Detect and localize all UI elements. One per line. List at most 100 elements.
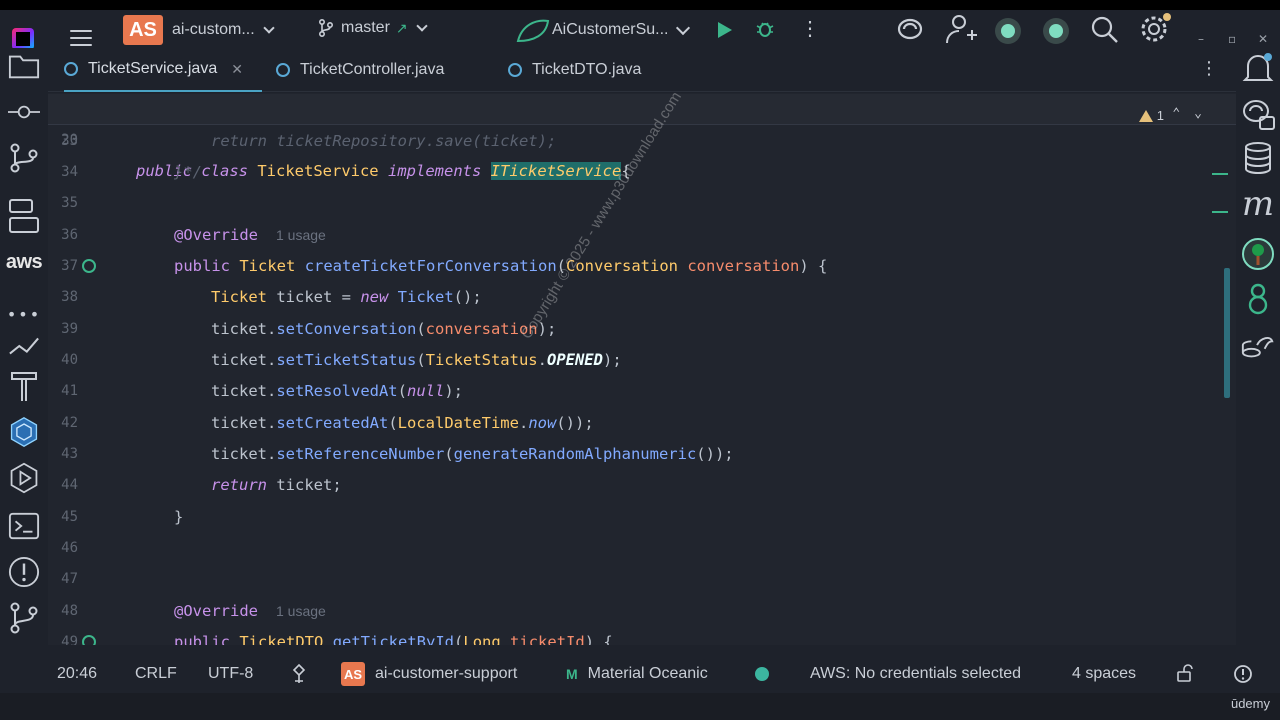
- code-line[interactable]: 49 public TicketDTO getTicketById(Long ti…: [48, 627, 1236, 645]
- code-line[interactable]: 44 return ticket;: [48, 470, 1236, 501]
- code-line[interactable]: 39 ticket.setConversation(conversation);: [48, 314, 1236, 345]
- tab-label: TicketController.java: [300, 61, 445, 78]
- more-actions-icon[interactable]: ⋮: [800, 16, 820, 41]
- spring-boot-icon: [516, 19, 550, 43]
- code-line[interactable]: 48 @Override 1 usage: [48, 596, 1236, 627]
- code-line[interactable]: 40 ticket.setTicketStatus(TicketStatus.OP…: [48, 345, 1236, 376]
- git-branch-icon[interactable]: [8, 142, 40, 174]
- spring-icon[interactable]: [1240, 236, 1276, 272]
- implementation-gutter-icon[interactable]: [82, 635, 96, 645]
- module-name: ai-customer-support: [375, 665, 518, 682]
- coverage-icon[interactable]: [1240, 280, 1276, 316]
- status-dot-icon: [1001, 24, 1015, 38]
- tab-ticket-controller[interactable]: TicketController.java: [276, 48, 444, 92]
- code-line[interactable]: 45}: [48, 502, 1236, 533]
- indent-widget[interactable]: 4 spaces: [1072, 665, 1136, 683]
- readonly-toggle[interactable]: [291, 663, 307, 685]
- ai-assistant-icon[interactable]: [893, 15, 927, 43]
- incoming-arrow-icon: ↗: [395, 19, 408, 36]
- file-lock-button[interactable]: [1176, 664, 1194, 682]
- endpoints-icon[interactable]: [8, 330, 40, 362]
- project-name: ai-custom...: [172, 21, 255, 38]
- main-menu-icon[interactable]: [70, 30, 92, 48]
- notifications-icon[interactable]: [1240, 50, 1276, 86]
- run-config-widget[interactable]: AiCustomerSu...: [516, 17, 691, 43]
- usages-hint[interactable]: 1 usage: [276, 603, 326, 619]
- run-button[interactable]: [718, 22, 732, 38]
- tab-ticket-service[interactable]: TicketService.java ✕: [64, 48, 262, 92]
- connection-status[interactable]: [755, 667, 769, 681]
- code-line[interactable]: 37 public Ticket createTicketForConversat…: [48, 251, 1236, 282]
- status-dot-icon: [1049, 24, 1063, 38]
- implementation-gutter-icon[interactable]: [82, 259, 96, 273]
- run-config-name: AiCustomerSu...: [552, 21, 669, 38]
- tab-options-icon[interactable]: ⋮: [1200, 60, 1218, 78]
- folder-icon[interactable]: [8, 50, 40, 82]
- code-line[interactable]: 47: [48, 564, 1236, 595]
- aws-credentials[interactable]: AWS: No credentials selected: [810, 665, 1021, 683]
- unlock-icon: [1177, 664, 1193, 682]
- git-icon[interactable]: [8, 602, 40, 634]
- status-indicator-2[interactable]: [1049, 24, 1063, 38]
- status-indicator[interactable]: [1001, 24, 1015, 38]
- aws-icon[interactable]: aws: [6, 246, 43, 278]
- tab-ticket-dto[interactable]: TicketDTO.java: [508, 48, 641, 92]
- close-window-button[interactable]: ✕: [1258, 32, 1268, 46]
- code-line[interactable]: 41 ticket.setResolvedAt(null);: [48, 376, 1236, 407]
- commit-icon[interactable]: [8, 96, 40, 128]
- title-bar: AS ai-custom... master ↗ AiCustomerSu...…: [0, 10, 1280, 50]
- module-badge: AS: [341, 662, 365, 686]
- warning-icon: [1138, 109, 1153, 122]
- java-class-icon: [64, 62, 78, 76]
- debug-button[interactable]: [755, 19, 775, 39]
- terminal-icon[interactable]: [8, 510, 40, 542]
- vcs-branch-widget[interactable]: master ↗: [318, 19, 428, 37]
- build-icon[interactable]: [8, 370, 40, 402]
- module-widget[interactable]: AS ai-customer-support: [341, 662, 517, 686]
- database-icon[interactable]: [1240, 140, 1276, 176]
- run-icon[interactable]: [8, 462, 40, 494]
- editor-tabs: TicketService.java ✕ TicketController.ja…: [48, 48, 1236, 92]
- caret-position[interactable]: 20:46: [57, 665, 97, 683]
- ai-assistant-icon[interactable]: [1240, 96, 1276, 132]
- left-tool-window-bar: aws •••: [0, 48, 48, 648]
- more-tools-icon[interactable]: •••: [7, 298, 40, 330]
- file-encoding[interactable]: UTF-8: [208, 665, 253, 683]
- close-icon[interactable]: ✕: [231, 61, 243, 78]
- theme-widget[interactable]: M Material Oceanic: [566, 665, 708, 683]
- udemy-watermark: ūdemy: [1230, 696, 1270, 711]
- kubernetes-icon[interactable]: [8, 416, 40, 448]
- code-line[interactable]: 46: [48, 533, 1236, 564]
- theme-name: Material Oceanic: [587, 665, 708, 682]
- restore-button[interactable]: ▫: [1228, 32, 1236, 46]
- code-line[interactable]: 36 @Override 1 usage: [48, 220, 1236, 251]
- code-with-me-icon[interactable]: [943, 13, 979, 45]
- material-theme-icon: M: [566, 666, 578, 682]
- git-branch-icon: [319, 19, 334, 37]
- search-everywhere-button[interactable]: [1090, 15, 1120, 45]
- problems-button[interactable]: [1233, 664, 1253, 684]
- code-line[interactable]: 43 ticket.setReferenceNumber(generateRand…: [48, 439, 1236, 470]
- intellij-logo-icon[interactable]: [12, 28, 34, 50]
- branch-name: master: [341, 19, 390, 36]
- code-editor[interactable]: 20 public class TicketService implements…: [48, 93, 1236, 645]
- problems-icon[interactable]: [8, 556, 40, 588]
- code-line[interactable]: 35: [48, 188, 1236, 219]
- editor-scrollbar[interactable]: [1224, 268, 1230, 398]
- minimize-button[interactable]: –: [1198, 32, 1204, 46]
- change-marker: [1212, 211, 1228, 213]
- tab-label: TicketService.java: [88, 60, 218, 77]
- structure-icon[interactable]: [8, 199, 40, 233]
- project-widget[interactable]: AS ai-custom...: [123, 15, 275, 45]
- maven-icon[interactable]: m: [1240, 184, 1276, 224]
- line-separator[interactable]: CRLF: [135, 665, 177, 683]
- code-line[interactable]: 38 Ticket ticket = new Ticket();: [48, 282, 1236, 313]
- project-badge: AS: [123, 15, 163, 45]
- code-line[interactable]: 42 ticket.setCreatedAt(LocalDateTime.now(…: [48, 408, 1236, 439]
- usages-hint[interactable]: 1 usage: [276, 227, 326, 243]
- chevron-down-icon: [415, 20, 428, 32]
- gradle-icon[interactable]: [1240, 328, 1276, 364]
- sticky-scroll-line[interactable]: 20 public class TicketService implements…: [48, 94, 1236, 180]
- settings-button[interactable]: [1137, 12, 1173, 44]
- prev-next-highlight-icon[interactable]: ⌃⌄: [1172, 98, 1216, 129]
